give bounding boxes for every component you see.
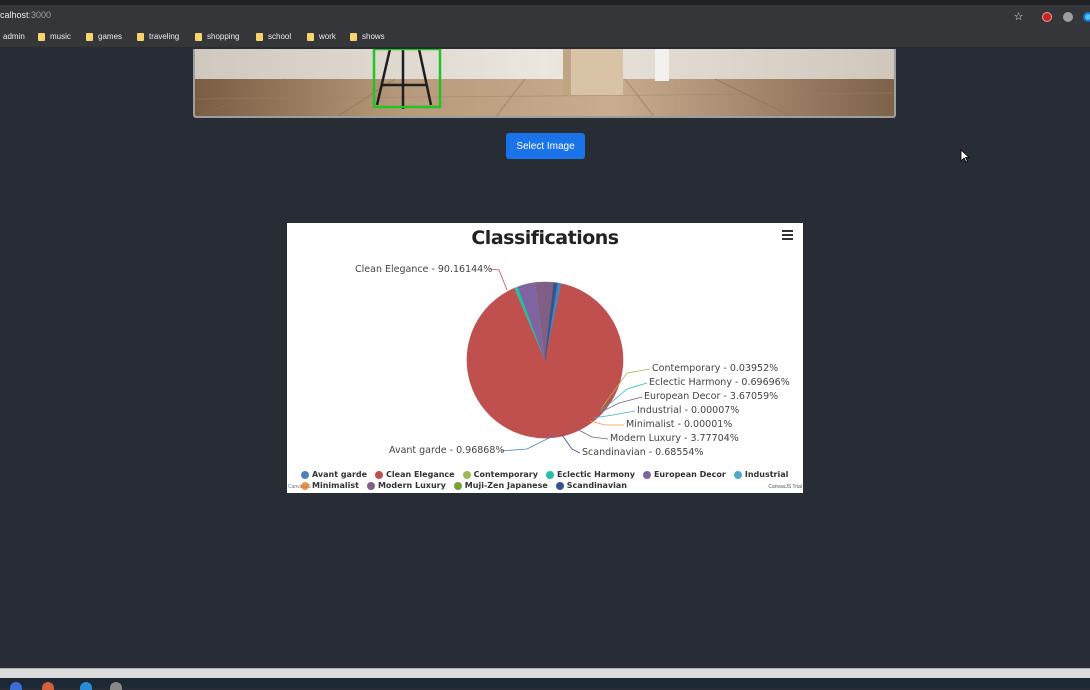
data-label-scandinavian: Scandinavian - 0.68554% <box>582 447 704 458</box>
legend-row: Minimalist Modern Luxury Muji-Zen Japanese… <box>301 480 801 491</box>
bookmark-label: school <box>268 32 292 41</box>
legend-item-clean-elegance[interactable]: Clean Elegance <box>375 470 455 479</box>
bookmark-label: traveling <box>149 32 180 41</box>
legend-item-industrial[interactable]: Industrial <box>733 470 789 479</box>
bookmark-label: games <box>98 32 123 41</box>
legend-marker-icon <box>453 481 462 490</box>
chart-legend: Avant garde Clean Elegance Contemporary Ecl… <box>301 469 801 491</box>
os-taskbar <box>0 678 1090 690</box>
taskbar-app-icon[interactable] <box>42 682 54 690</box>
chart-menu-icon[interactable] <box>782 228 794 240</box>
folder-icon <box>307 32 314 41</box>
legend-marker-icon <box>375 470 384 479</box>
uploaded-room-image <box>193 49 896 118</box>
chart-title: Classifications <box>471 227 619 249</box>
legend-label: Contemporary <box>473 470 538 479</box>
select-image-button[interactable]: Select Image <box>506 133 585 159</box>
folder-icon <box>86 32 93 41</box>
data-label-eclectic-harmony: Eclectic Harmony - 0.69696% <box>649 377 790 388</box>
legend-marker-icon <box>301 470 309 479</box>
bookmark-school[interactable]: school <box>256 32 291 41</box>
legend-label: Minimalist <box>312 481 359 490</box>
bookmark-star-icon[interactable]: ☆ <box>1012 10 1025 23</box>
data-label-contemporary: Contemporary - 0.03952% <box>652 363 778 374</box>
data-label-clean-elegance: Clean Elegance - 90.16144% <box>355 264 492 275</box>
legend-item-scandinavian[interactable]: Scandinavian <box>555 481 627 490</box>
bookmark-label: shopping <box>207 32 240 41</box>
data-label-european-decor: European Decor - 3.67059% <box>644 391 778 402</box>
bookmark-work[interactable]: work <box>307 32 336 41</box>
pie-chart-canvas: Avant garde - 0.96868% Clean Elegance - 9… <box>355 264 790 458</box>
legend-label: Industrial <box>744 470 789 479</box>
label-leader-line <box>589 420 624 426</box>
legend-row: Avant garde Clean Elegance Contemporary Ecl… <box>301 469 801 480</box>
legend-marker-icon <box>733 470 742 479</box>
bookmark-label: music <box>50 32 71 41</box>
legend-label: Avant garde <box>312 470 368 479</box>
label-leader-line <box>561 434 581 454</box>
folder-icon <box>195 32 202 41</box>
extension-red-icon[interactable] <box>1040 10 1053 23</box>
folder-icon <box>38 32 45 41</box>
data-label-avant-garde: Avant garde - 0.96868% <box>389 445 504 456</box>
folder-icon <box>350 32 357 41</box>
chart-credit-left[interactable]: CanvasJS <box>288 484 311 490</box>
taskbar-app-icon[interactable] <box>80 682 92 690</box>
bookmark-label: admin <box>3 32 25 41</box>
page-content: Select Image Avant garde - 0.96868% Clean… <box>0 49 1090 668</box>
folder-icon <box>137 32 144 41</box>
bookmark-label: work <box>319 32 336 41</box>
legend-label: Muji-Zen Japanese <box>464 481 548 490</box>
legend-label: Modern Luxury <box>377 481 446 490</box>
taskbar-app-icon[interactable] <box>110 682 122 690</box>
bookmark-shows[interactable]: shows <box>350 32 385 41</box>
legend-item-avant-garde[interactable]: Avant garde <box>301 470 367 479</box>
legend-marker-icon <box>366 481 375 490</box>
room-photo <box>195 49 894 116</box>
legend-marker-icon <box>545 470 554 479</box>
taskbar-app-icon[interactable] <box>10 682 22 690</box>
bookmark-games[interactable]: games <box>86 32 122 41</box>
legend-label: Eclectic Harmony <box>556 470 635 479</box>
legend-marker-icon <box>642 470 651 479</box>
extension-blue-icon[interactable] <box>1081 10 1090 23</box>
mouse-cursor-icon <box>960 149 970 163</box>
extension-gray-icon[interactable] <box>1061 10 1074 23</box>
legend-item-european-decor[interactable]: European Decor <box>642 470 726 479</box>
bookmark-shopping[interactable]: shopping <box>195 32 239 41</box>
legend-marker-icon <box>555 481 564 490</box>
bookmarks-bar: admin music games traveling shopping sch… <box>0 28 1090 48</box>
url-text[interactable]: calhost:3000 <box>0 10 51 20</box>
legend-label: Scandinavian <box>566 481 627 490</box>
bookmark-label: shows <box>362 32 385 41</box>
chart-credit-right[interactable]: CanvasJS Trial <box>768 484 802 490</box>
data-label-industrial: Industrial - 0.00007% <box>637 405 739 416</box>
bookmark-traveling[interactable]: traveling <box>137 32 179 41</box>
url-port: :3000 <box>28 10 52 20</box>
legend-item-muji-zen-japanese[interactable]: Muji-Zen Japanese <box>453 481 548 490</box>
legend-item-contemporary[interactable]: Contemporary <box>462 470 538 479</box>
legend-item-modern-luxury[interactable]: Modern Luxury <box>366 481 446 490</box>
classifications-chart: Avant garde - 0.96868% Clean Elegance - 9… <box>287 223 803 493</box>
data-label-minimalist: Minimalist - 0.00001% <box>626 419 732 430</box>
legend-marker-icon <box>462 470 471 479</box>
address-bar[interactable]: calhost:3000 ☆ <box>0 5 1090 28</box>
data-label-modern-luxury: Modern Luxury - 3.77704% <box>610 433 739 444</box>
label-leader-line <box>489 268 508 291</box>
legend-label: Clean Elegance <box>386 470 455 479</box>
bookmark-music[interactable]: music <box>38 32 71 41</box>
legend-item-eclectic-harmony[interactable]: Eclectic Harmony <box>545 470 635 479</box>
bookmark-admin[interactable]: admin <box>3 32 25 41</box>
horizontal-scrollbar[interactable] <box>0 668 1090 678</box>
folder-icon <box>256 32 263 41</box>
url-host: calhost <box>0 10 29 20</box>
legend-label: European Decor <box>653 470 726 479</box>
